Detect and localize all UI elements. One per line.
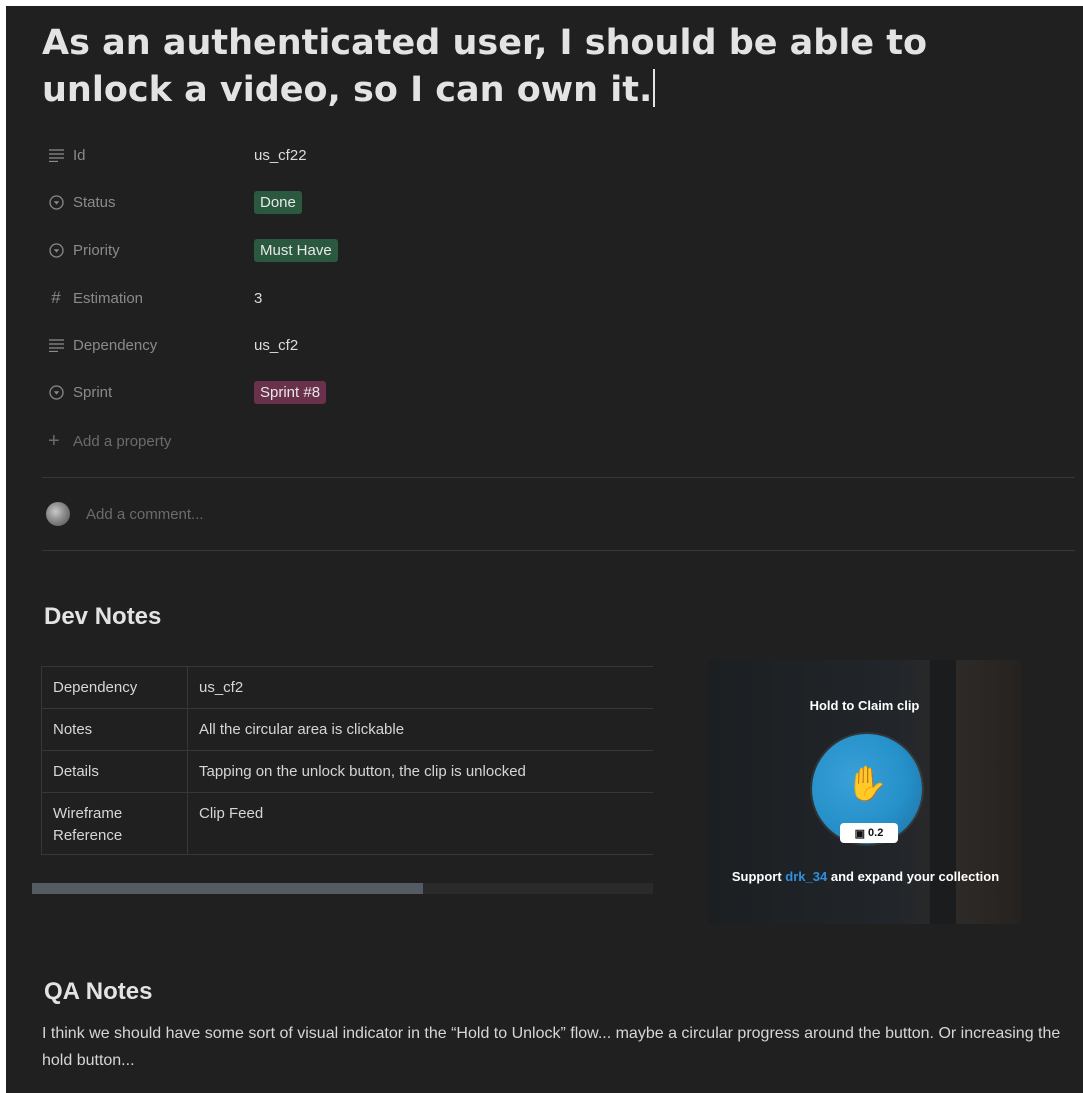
comment-box[interactable]: Add a comment... xyxy=(46,502,204,526)
property-key[interactable]: Priority xyxy=(48,242,254,259)
select-circle-icon xyxy=(48,242,64,258)
divider xyxy=(42,477,1075,478)
support-username: drk_34 xyxy=(785,869,828,884)
select-circle-icon xyxy=(48,194,64,210)
table-cell-key[interactable]: Details xyxy=(41,750,188,793)
property-label: Sprint xyxy=(73,383,113,401)
sprint-tag[interactable]: Sprint #8 xyxy=(254,380,327,404)
table-cell-key[interactable]: Wireframe Reference xyxy=(41,792,188,855)
property-key[interactable]: Dependency xyxy=(48,337,254,354)
priority-tag[interactable]: Must Have xyxy=(254,238,338,262)
text-lines-icon xyxy=(48,147,64,163)
property-value[interactable]: us_cf2 xyxy=(254,337,298,354)
select-circle-icon xyxy=(48,384,64,400)
property-row-estimation[interactable]: # Estimation 3 xyxy=(48,283,262,313)
table-row: Notes All the circular area is clickable xyxy=(41,708,653,751)
table-cell-value[interactable]: All the circular area is clickable xyxy=(187,708,653,751)
support-prefix: Support xyxy=(731,869,782,884)
wireframe-screenshot: Hold to Claim clip ✋ ▣ 0.2 Support drk_3… xyxy=(708,660,1021,924)
add-property-button[interactable]: + Add a property xyxy=(48,426,171,456)
property-key[interactable]: Status xyxy=(48,194,254,211)
support-text: Support drk_34 and expand your collectio… xyxy=(728,870,1003,884)
property-label: Status xyxy=(73,193,116,211)
page-title[interactable]: As an authenticated user, I should be ab… xyxy=(42,20,1052,114)
divider xyxy=(42,550,1075,551)
dev-notes-table[interactable]: Dependency us_cf2 Notes All the circular… xyxy=(41,666,653,861)
text-lines-icon xyxy=(48,337,64,353)
hand-icon: ✋ xyxy=(845,765,889,803)
hash-icon: # xyxy=(51,288,61,307)
table-cell-key[interactable]: Notes xyxy=(41,708,188,751)
property-row-priority[interactable]: Priority Must Have xyxy=(48,235,338,265)
table-cell-value[interactable]: Clip Feed xyxy=(187,792,653,855)
comment-input[interactable]: Add a comment... xyxy=(86,506,204,523)
qa-notes-heading[interactable]: QA Notes xyxy=(44,978,152,1006)
hold-to-claim-text: Hold to Claim clip xyxy=(809,698,920,713)
property-row-id[interactable]: Id us_cf22 xyxy=(48,140,307,170)
scrollbar-thumb[interactable] xyxy=(32,883,423,894)
dev-notes-heading[interactable]: Dev Notes xyxy=(44,603,161,631)
avatar xyxy=(46,502,70,526)
property-key[interactable]: Id xyxy=(48,147,254,164)
property-label: Priority xyxy=(73,241,120,259)
property-row-dependency[interactable]: Dependency us_cf2 xyxy=(48,330,298,360)
page-title-text[interactable]: As an authenticated user, I should be ab… xyxy=(42,23,927,110)
table-cell-key[interactable]: Dependency xyxy=(41,666,188,709)
property-key[interactable]: Sprint xyxy=(48,384,254,401)
property-row-status[interactable]: Status Done xyxy=(48,187,302,217)
property-label: Dependency xyxy=(73,336,158,354)
status-tag[interactable]: Done xyxy=(254,190,302,214)
qa-notes-text[interactable]: I think we should have some sort of visu… xyxy=(42,1020,1077,1074)
plus-icon: + xyxy=(48,430,60,452)
property-row-sprint[interactable]: Sprint Sprint #8 xyxy=(48,377,327,407)
price-value: 0.2 xyxy=(868,827,884,839)
text-cursor xyxy=(653,69,656,107)
table-row: Dependency us_cf2 xyxy=(41,666,653,709)
table-cell-value[interactable]: us_cf2 xyxy=(187,666,653,709)
support-suffix: and expand your collection xyxy=(830,869,1000,884)
property-key[interactable]: # Estimation xyxy=(48,288,254,307)
property-label: Id xyxy=(73,146,86,164)
price-badge: ▣ 0.2 xyxy=(840,823,898,843)
table-row: Wireframe Reference Clip Feed xyxy=(41,792,653,855)
property-label: Estimation xyxy=(73,289,144,307)
page: As an authenticated user, I should be ab… xyxy=(6,6,1083,1093)
add-property-label: Add a property xyxy=(73,432,172,450)
table-row: Details Tapping on the unlock button, th… xyxy=(41,750,653,793)
token-icon: ▣ xyxy=(854,827,866,840)
table-cell-value[interactable]: Tapping on the unlock button, the clip i… xyxy=(187,750,653,793)
property-value[interactable]: 3 xyxy=(254,290,262,307)
property-value[interactable]: us_cf22 xyxy=(254,147,307,164)
